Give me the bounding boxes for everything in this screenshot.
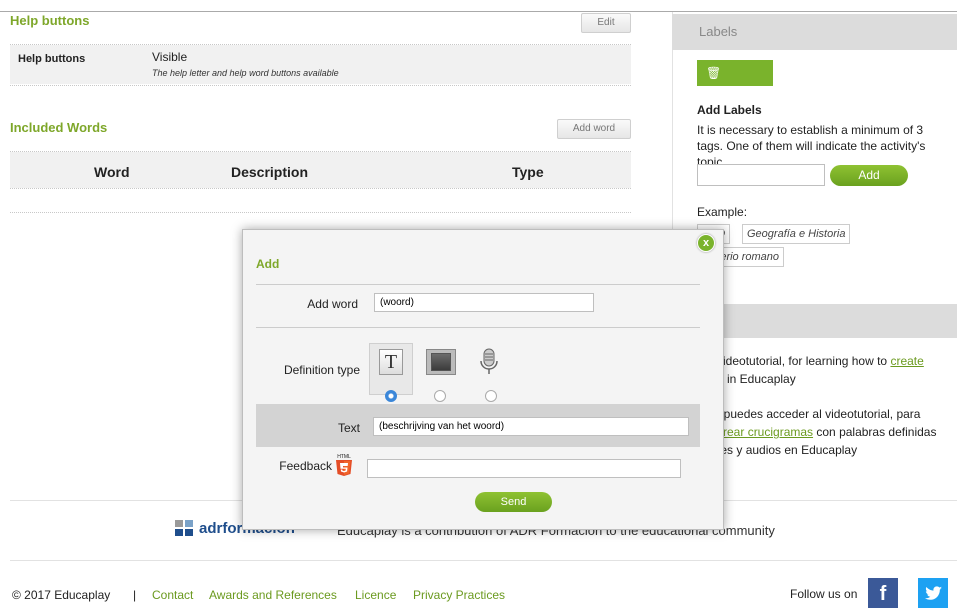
facebook-icon[interactable]: f (868, 578, 898, 608)
add-tag-button[interactable]: Add (830, 165, 908, 186)
add-word-button[interactable]: Add word (557, 119, 631, 139)
help-row-value: Visible (152, 50, 188, 64)
trash-icon: 🗑 (706, 66, 722, 80)
labels-header: Labels (672, 14, 957, 50)
divider (10, 212, 631, 213)
text-label: Text (337, 421, 360, 435)
radio-text[interactable] (385, 390, 397, 402)
language-button[interactable]: 🗑 language (697, 60, 773, 106)
tutorial-paragraph-es: uí, puedes acceder al videotutorial, par… (707, 407, 937, 457)
radio-audio[interactable] (485, 390, 497, 402)
column-description: Description (231, 164, 309, 180)
footer-link-awards[interactable]: Awards and References (209, 588, 337, 602)
tutorial-paragraph-en: e videotutorial, for learning how to cre… (707, 354, 924, 386)
svg-text:HTML: HTML (337, 454, 351, 460)
microphone-icon[interactable] (478, 348, 500, 376)
send-button[interactable]: Send (475, 492, 552, 512)
tag-input[interactable] (697, 164, 825, 186)
help-row-note: The help letter and help word buttons av… (152, 68, 339, 78)
add-word-dialog (242, 229, 724, 530)
help-section-title: Help buttons (10, 13, 90, 28)
footer-link-privacy[interactable]: Privacy Practices (413, 588, 505, 602)
dialog-title: Add (256, 257, 280, 271)
edit-button[interactable]: Edit (581, 13, 631, 33)
feedback-input[interactable] (367, 459, 681, 478)
divider (10, 188, 631, 189)
included-words-title: Included Words (10, 120, 108, 135)
column-type: Type (512, 164, 544, 180)
close-dialog-button[interactable]: x (697, 234, 715, 252)
text-type-icon: T (379, 349, 403, 375)
html5-icon: HTML (335, 453, 353, 477)
divider (10, 560, 957, 561)
add-word-label: Add word (307, 297, 358, 311)
help-row-label: Help buttons (18, 53, 86, 65)
footer-link-licence[interactable]: Licence (355, 588, 396, 602)
divider (256, 327, 700, 328)
crear-crucigramas-link[interactable]: crear crucigramas (717, 425, 813, 439)
add-labels-text: It is necessary to establish a minimum o… (697, 123, 926, 169)
add-labels-title: Add Labels (697, 103, 762, 117)
copyright: © 2017 Educaplay (12, 588, 111, 602)
follow-us-label: Follow us on (790, 587, 858, 601)
definition-type-label: Definition type (283, 363, 360, 377)
divider (256, 284, 700, 285)
divider (10, 85, 631, 86)
footer-link-contact[interactable]: Contact (152, 588, 193, 602)
example-tag: Geografía e Historia (742, 224, 851, 244)
footer-separator: | (133, 588, 137, 602)
feedback-label: Feedback (279, 459, 332, 473)
adr-logo-icon (175, 520, 195, 538)
definition-text-input[interactable] (373, 417, 689, 436)
help-row (10, 45, 631, 84)
example-label: Example: (697, 205, 748, 219)
create-link[interactable]: create (890, 354, 923, 368)
twitter-icon[interactable] (918, 578, 948, 608)
column-word: Word (94, 164, 130, 180)
add-word-input[interactable] (374, 293, 594, 312)
radio-image[interactable] (434, 390, 446, 402)
image-type-icon[interactable] (426, 349, 456, 375)
